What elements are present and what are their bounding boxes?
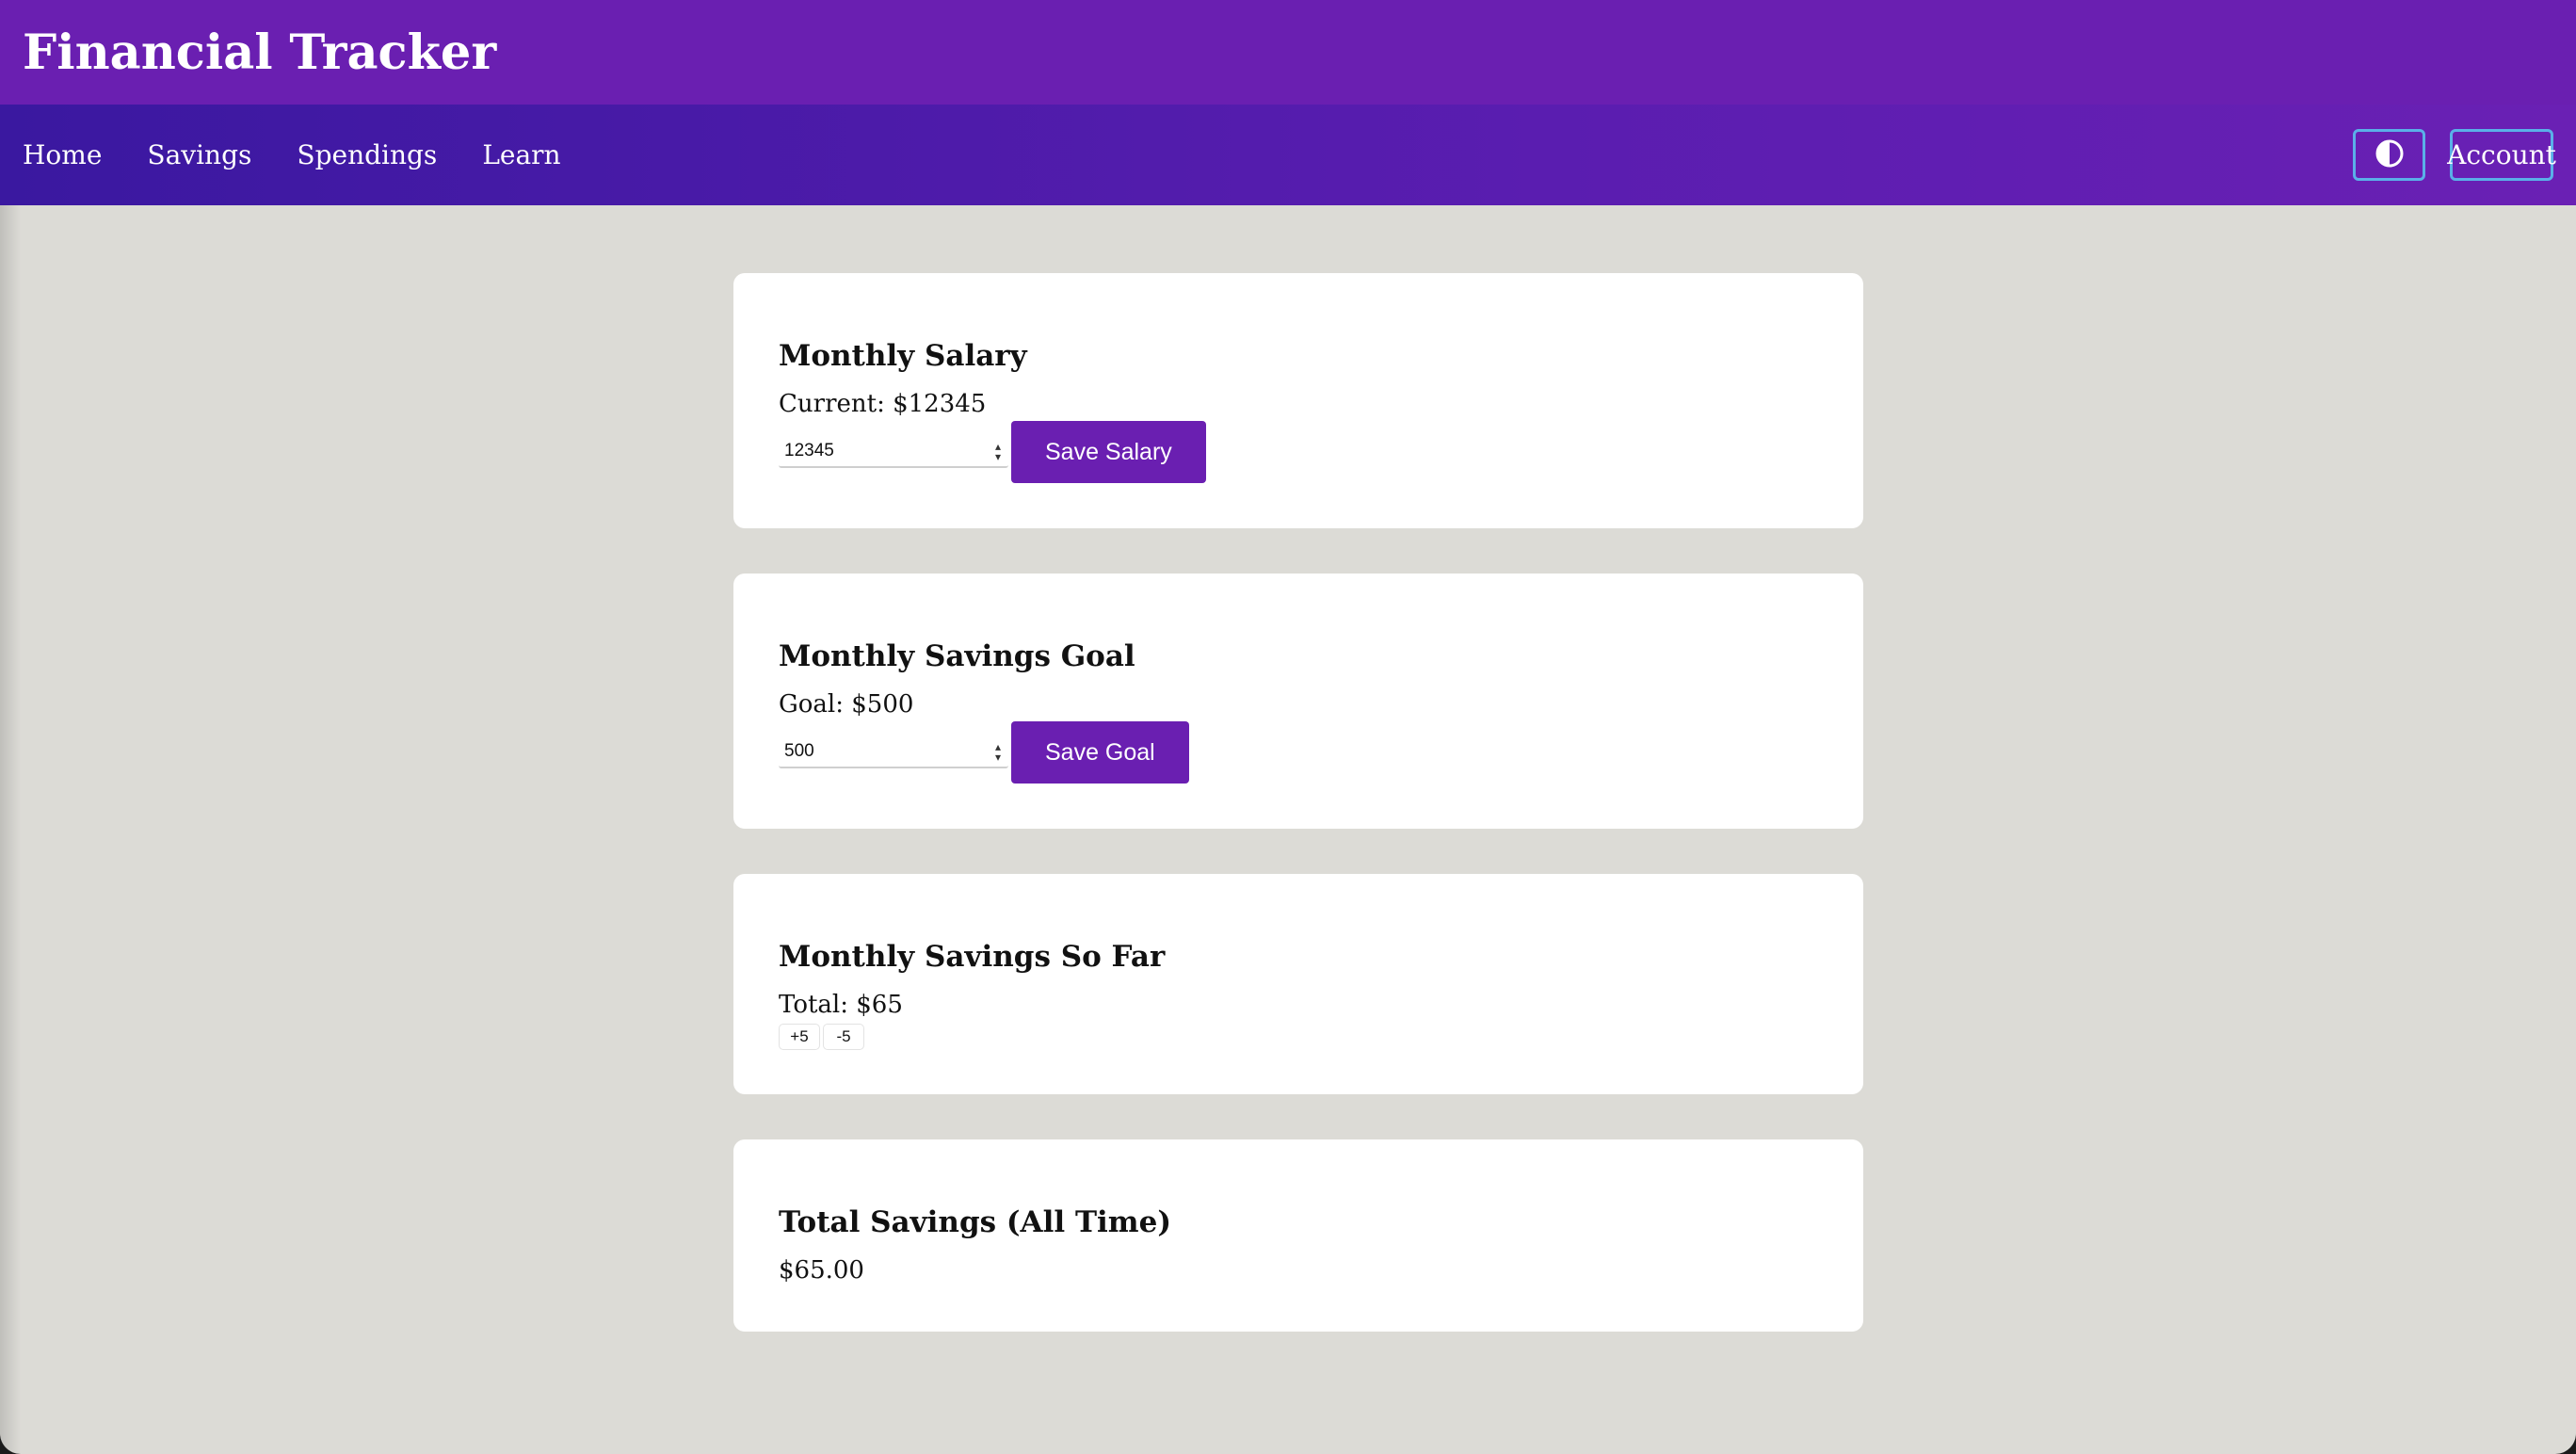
app-window: Financial Tracker Home Savings Spendings… bbox=[0, 0, 2576, 1454]
save-salary-button[interactable]: Save Salary bbox=[1011, 421, 1206, 483]
card-title: Monthly Savings Goal bbox=[779, 639, 1135, 673]
goal-input[interactable]: 500 ▴ ▾ bbox=[779, 736, 1008, 768]
save-goal-button[interactable]: Save Goal bbox=[1011, 721, 1189, 784]
nav-link-home[interactable]: Home bbox=[23, 139, 102, 170]
nav-actions: Account bbox=[2353, 129, 2556, 181]
monthly-salary-card: Monthly Salary Current: $12345 12345 ▴ ▾ … bbox=[733, 273, 1863, 528]
salary-input-row: 12345 ▴ ▾ Save Salary bbox=[779, 421, 1206, 483]
monthly-savings-goal-card: Monthly Savings Goal Goal: $500 500 ▴ ▾ S… bbox=[733, 574, 1863, 829]
nav-bar: Home Savings Spendings Learn Account bbox=[0, 105, 2576, 205]
decrement-button[interactable]: -5 bbox=[823, 1024, 864, 1050]
account-button[interactable]: Account bbox=[2447, 129, 2556, 181]
card-title: Monthly Salary bbox=[779, 339, 1027, 373]
monthly-savings-so-far-card: Monthly Savings So Far Total: $65 +5 -5 bbox=[733, 874, 1863, 1094]
goal-input-row: 500 ▴ ▾ Save Goal bbox=[779, 721, 1189, 784]
spinner-icon[interactable]: ▴ ▾ bbox=[991, 439, 1005, 465]
app-title: Financial Tracker bbox=[23, 24, 497, 81]
nav-links: Home Savings Spendings Learn bbox=[23, 139, 561, 170]
nav-link-spendings[interactable]: Spendings bbox=[297, 139, 437, 170]
savings-total-text: Total: $65 bbox=[779, 991, 903, 1019]
salary-input-value: 12345 bbox=[784, 441, 834, 460]
nav-link-learn[interactable]: Learn bbox=[482, 139, 560, 170]
card-title: Monthly Savings So Far bbox=[779, 940, 1166, 974]
title-bar: Financial Tracker bbox=[0, 0, 2576, 105]
increment-button[interactable]: +5 bbox=[779, 1024, 820, 1050]
main-content: Monthly Salary Current: $12345 12345 ▴ ▾ … bbox=[733, 273, 1863, 1332]
card-title: Total Savings (All Time) bbox=[779, 1205, 1171, 1239]
goal-text: Goal: $500 bbox=[779, 690, 914, 719]
adjust-buttons: +5 -5 bbox=[779, 1024, 864, 1050]
goal-input-value: 500 bbox=[784, 741, 814, 761]
salary-input[interactable]: 12345 ▴ ▾ bbox=[779, 436, 1008, 468]
total-savings-amount: $65.00 bbox=[779, 1256, 864, 1284]
total-savings-card: Total Savings (All Time) $65.00 bbox=[733, 1139, 1863, 1332]
theme-toggle-button[interactable] bbox=[2353, 129, 2425, 181]
spinner-icon[interactable]: ▴ ▾ bbox=[991, 739, 1005, 766]
contrast-icon bbox=[2375, 138, 2405, 171]
current-salary-text: Current: $12345 bbox=[779, 390, 987, 418]
nav-link-savings[interactable]: Savings bbox=[147, 139, 251, 170]
